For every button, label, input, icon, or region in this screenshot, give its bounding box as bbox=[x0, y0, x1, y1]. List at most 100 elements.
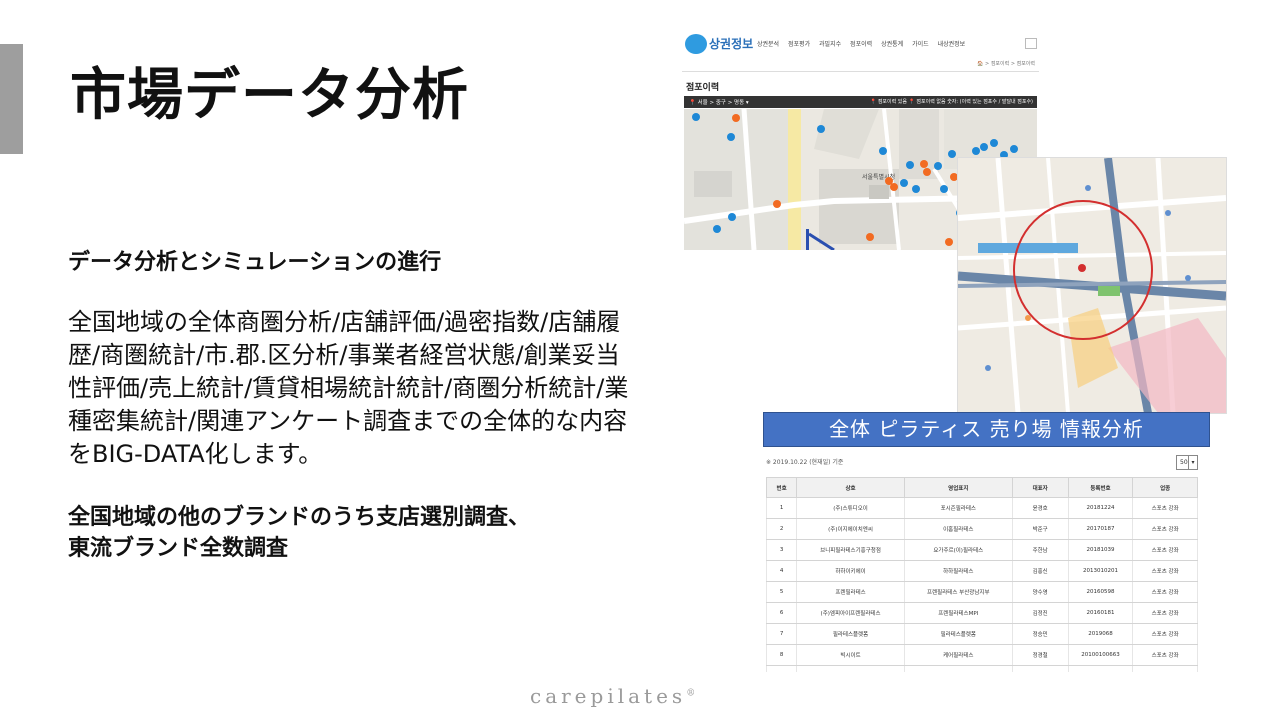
table-cell: 20160181 bbox=[1067, 602, 1134, 624]
table-cell: 5 bbox=[765, 581, 798, 603]
site-nav: 상권분석 점포평가 과밀지수 점포이력 상권통계 가이드 내상권정보 bbox=[757, 39, 972, 48]
table-cell: 양수영 bbox=[1011, 581, 1069, 603]
table-cell: 7 bbox=[765, 623, 798, 645]
body-paragraph: 全国地域の全体商圏分析/店舗評価/過密指数/店舗履 歴/商圏統計/市.郡.区分析… bbox=[68, 306, 708, 471]
breadcrumb: 🏠 > 점포이력 > 점포이력 bbox=[977, 61, 1035, 67]
location-logo-icon bbox=[685, 34, 707, 54]
table-header-row: 번호 상호 영업표지 대표자 등록번호 업종 bbox=[765, 477, 1198, 498]
table-cell: 윤경호 bbox=[1011, 497, 1069, 519]
table-cell: (주)스튜디오이 bbox=[796, 497, 905, 519]
table-cell: 20181224 bbox=[1067, 497, 1134, 519]
table-cell: 하하이키에이 bbox=[796, 560, 905, 582]
table-cell: 정승민 bbox=[1011, 623, 1069, 645]
reference-date-note: ※ 2019.10.22 (현재일) 기준 bbox=[766, 459, 844, 466]
table-cell: 김홍신 bbox=[1011, 560, 1069, 582]
table-cell: 스포츠 강좌 bbox=[1132, 497, 1198, 519]
table-cell: (주)이지에이치엔씨 bbox=[796, 518, 905, 540]
site-logo-text[interactable]: 상권정보 bbox=[709, 35, 753, 52]
chevron-down-icon: ▾ bbox=[1188, 456, 1197, 469]
zoomed-map-graphic bbox=[958, 158, 1226, 413]
table-cell: 2 bbox=[765, 518, 798, 540]
zoomed-map-screenshot[interactable] bbox=[957, 157, 1227, 414]
table-cell: 하하필라테스 bbox=[903, 560, 1013, 582]
table-row[interactable]: 2 (주)이지에이치엔씨 이홈필라테스 박준구 20170187 스포츠 강좌 bbox=[765, 518, 1198, 540]
table-cell: 프렌필라테스 부산광남지부 bbox=[903, 581, 1013, 603]
region-selector[interactable]: 📍 서울 > 중구 > 명동 ▾ bbox=[689, 98, 749, 106]
store-list-table: 번호 상호 영업표지 대표자 등록번호 업종 1 (주)스튜디오이 포시즌필라테스 윤… bbox=[765, 477, 1198, 672]
table-cell: 6 bbox=[765, 602, 798, 624]
table-row[interactable]: 6 (주)엠피아이프렌필라테스 프렌필라테스MPI 김정진 20160181 스포츠 강좌 bbox=[765, 602, 1198, 624]
table-cell: 8 bbox=[765, 644, 798, 666]
table-cell: 스포츠 강좌 bbox=[1132, 539, 1198, 561]
table-cell: 주한남 bbox=[1011, 539, 1069, 561]
table-cell: 20170187 bbox=[1067, 518, 1134, 540]
store-list-screenshot: ※ 2019.10.22 (현재일) 기준 50 ▾ 번호 상호 영업표지 대표… bbox=[763, 450, 1203, 672]
table-cell: 20180306 bbox=[1067, 665, 1134, 672]
table-cell: 20160598 bbox=[1067, 581, 1134, 603]
page-size-select[interactable]: 50 ▾ bbox=[1176, 455, 1198, 470]
nav-item[interactable]: 점포이력 bbox=[850, 41, 872, 48]
nav-item[interactable]: 가이드 bbox=[912, 41, 929, 48]
body-line: 性評価/売上統計/賃貸相場統計統計/商圏分析統計/業 bbox=[68, 374, 629, 402]
table-row[interactable]: 1 (주)스튜디오이 포시즌필라테스 윤경호 20181224 스포츠 강좌 bbox=[765, 497, 1198, 519]
table-cell: 스포츠 강좌 bbox=[1132, 602, 1198, 624]
column-header[interactable]: 번호 bbox=[765, 477, 798, 498]
slide-title: 市場データ分析 bbox=[70, 63, 469, 128]
table-row[interactable]: 5 프렌필라테스 프렌필라테스 부산광남지부 양수영 20160598 스포츠 강좌 bbox=[765, 581, 1198, 603]
divider bbox=[682, 71, 1039, 72]
table-cell: 김보라 bbox=[1011, 665, 1069, 672]
column-header[interactable]: 영업표지 bbox=[903, 477, 1013, 498]
table-cell: 스포츠 강좌 bbox=[1132, 644, 1198, 666]
table-row[interactable]: 8 빅시이트 케어필라테스 정경철 20100100663 스포츠 강좌 bbox=[765, 644, 1198, 666]
brand-survey-line: 東流ブランド全数調査 bbox=[68, 536, 289, 561]
table-cell: 9 bbox=[765, 665, 798, 672]
table-cell: 아트필라테스(ARTPILATES) bbox=[903, 665, 1013, 672]
page-size-value: 50 bbox=[1180, 459, 1188, 466]
section-heading-analysis: データ分析とシミュレーションの進行 bbox=[68, 250, 442, 275]
analysis-caption-banner: 全体 ピラティス 売り場 情報分析 bbox=[763, 412, 1210, 447]
nav-item[interactable]: 과밀지수 bbox=[819, 41, 841, 48]
brand-wordmark: carepilates® bbox=[530, 684, 695, 708]
table-cell: 스포츠 강좌 bbox=[1132, 665, 1198, 672]
body-line: 歴/商圏統計/市.郡.区分析/事業者経営状態/創業妥当 bbox=[68, 341, 620, 369]
target-location-marker bbox=[1078, 264, 1086, 272]
table-cell: 20181039 bbox=[1067, 539, 1134, 561]
table-cell: 박준구 bbox=[1011, 518, 1069, 540]
table-cell: 2013010201 bbox=[1067, 560, 1134, 582]
table-cell: 김정진 bbox=[1011, 602, 1069, 624]
column-header[interactable]: 업종 bbox=[1132, 477, 1198, 498]
table-row[interactable]: 4 하하이키에이 하하필라테스 김홍신 2013010201 스포츠 강좌 bbox=[765, 560, 1198, 582]
nav-item[interactable]: 상권통계 bbox=[881, 41, 903, 48]
nav-item[interactable]: 점포평가 bbox=[788, 41, 810, 48]
column-header[interactable]: 등록번호 bbox=[1067, 477, 1134, 498]
table-cell: 빅시이트 bbox=[796, 644, 905, 666]
nav-item[interactable]: 상권분석 bbox=[757, 41, 779, 48]
table-cell: 요가주르(이)필라테스 bbox=[903, 539, 1013, 561]
table-cell: 1 bbox=[765, 497, 798, 519]
brand-name: carepilates bbox=[530, 684, 687, 708]
table-cell: 3 bbox=[765, 539, 798, 561]
table-row[interactable]: 9아트필라테스(ARTPILATES)아트필라테스(ARTPILATES)김보라… bbox=[765, 665, 1198, 672]
table-cell: 필라테스플렛폼 bbox=[903, 623, 1013, 645]
table-cell: 정경철 bbox=[1011, 644, 1069, 666]
column-header[interactable]: 대표자 bbox=[1011, 477, 1069, 498]
table-cell: 4 bbox=[765, 560, 798, 582]
menu-icon[interactable] bbox=[1025, 38, 1037, 49]
table-cell: 아트필라테스(ARTPILATES) bbox=[796, 665, 905, 672]
table-cell: 이홈필라테스 bbox=[903, 518, 1013, 540]
table-row[interactable]: 7 필라테스플렛폼 필라테스플렛폼 정승민 2019068 스포츠 강좌 bbox=[765, 623, 1198, 645]
table-cell: 케어필라테스 bbox=[903, 644, 1013, 666]
table-cell: 20100100663 bbox=[1067, 644, 1134, 666]
table-cell: (주)엠피아이프렌필라테스 bbox=[796, 602, 905, 624]
brand-survey-line: 全国地域の他のブランドのうち支店選別調査、 bbox=[68, 505, 531, 530]
table-cell: 필라테스플렛폼 bbox=[796, 623, 905, 645]
map-legend: 📍 점포이력 있음 📍 점포이력 없음 숫자: (이력 있는 점포수 / 발달내… bbox=[870, 99, 1033, 105]
nav-item[interactable]: 내상권정보 bbox=[938, 41, 966, 48]
table-row[interactable]: 3 브니피필라테스기흥구청점 요가주르(이)필라테스 주한남 20181039 스포츠 강… bbox=[765, 539, 1198, 561]
registered-mark: ® bbox=[686, 688, 696, 699]
body-line: 全国地域の全体商圏分析/店舗評価/過密指数/店舗履 bbox=[68, 308, 621, 336]
table-cell: 2019068 bbox=[1067, 623, 1134, 645]
table-cell: 브니피필라테스기흥구청점 bbox=[796, 539, 905, 561]
column-header[interactable]: 상호 bbox=[796, 477, 905, 498]
table-cell: 스포츠 강좌 bbox=[1132, 560, 1198, 582]
